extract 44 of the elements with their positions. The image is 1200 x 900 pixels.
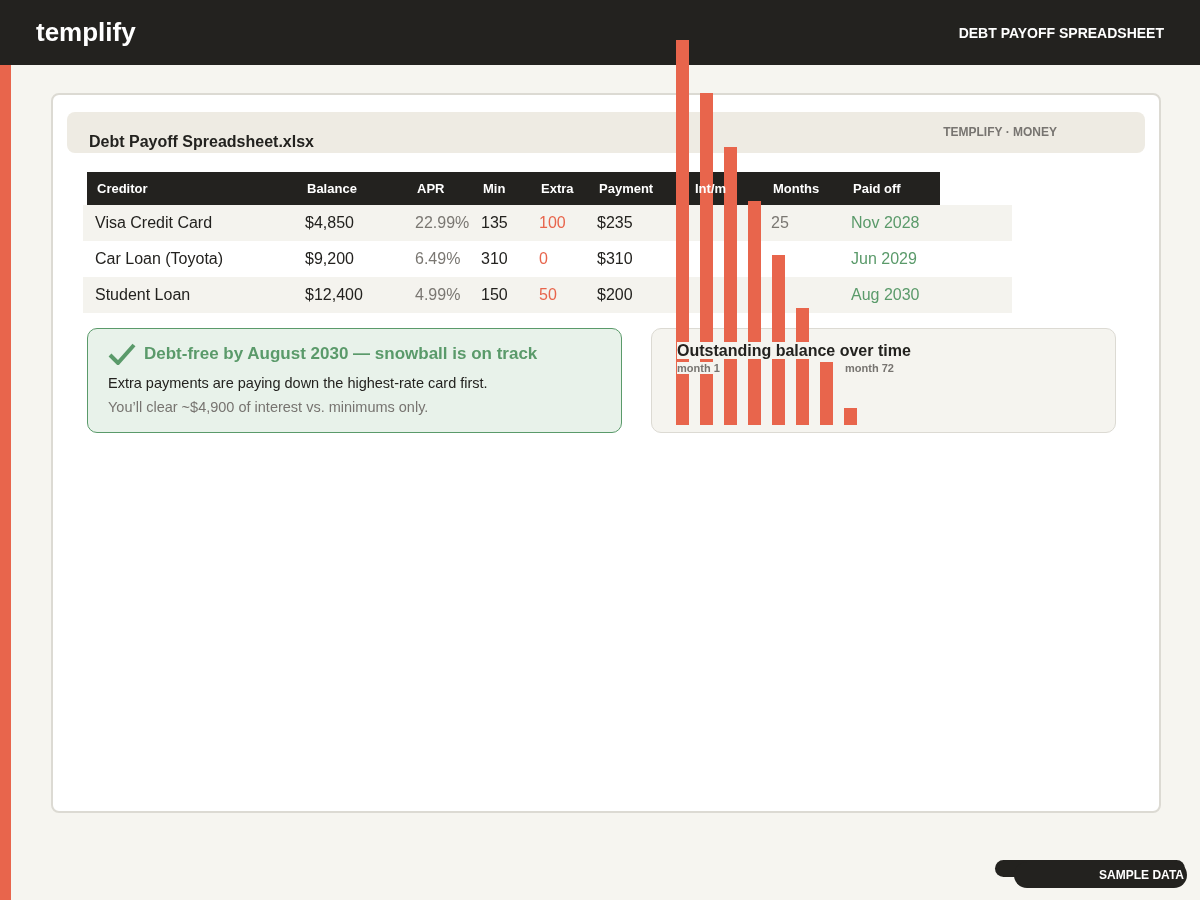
table-cell-text: 135 xyxy=(481,214,509,232)
table-cell-text: 25 xyxy=(771,214,790,232)
table-cell-text: 100 xyxy=(539,214,567,232)
table-cell-text: Jun 2029 xyxy=(851,250,918,268)
status-title: Debt-free by August 2030 — snowball is on track xyxy=(144,344,538,364)
column-header: Balance xyxy=(307,181,358,196)
table-cell-text: $235 xyxy=(597,214,634,232)
table-cell-text: 50 xyxy=(539,286,558,304)
table-cell-text: $12,400 xyxy=(305,286,364,304)
table-cell-text: Aug 2030 xyxy=(851,286,921,304)
table-cell-text: $9,200 xyxy=(305,250,355,268)
chart-bar xyxy=(820,362,833,425)
category-tag: TEMPLIFY · MONEY xyxy=(943,125,1057,153)
column-header: Payment xyxy=(599,181,655,196)
status-note: You’ll clear ~$4,900 of interest vs. minimums only. xyxy=(108,399,430,415)
axis-label: month 1 xyxy=(677,362,720,374)
column-header: Months xyxy=(773,181,821,196)
table-cell-text: 4.99% xyxy=(415,286,462,304)
column-header: Extra xyxy=(541,181,575,196)
column-header: APR xyxy=(417,181,446,196)
table-cell-text: Nov 2028 xyxy=(851,214,921,232)
table-cell-text: $4,850 xyxy=(305,214,355,232)
table-cell-text: 22.99% xyxy=(415,214,471,232)
table-cell-text: 310 xyxy=(481,250,509,268)
table-cell-text: Car Loan (Toyota) xyxy=(95,250,225,268)
status-text: Extra payments are paying down the highest-rate card first. xyxy=(108,375,489,391)
table-cell-text: $200 xyxy=(597,286,634,304)
column-header: Creditor xyxy=(97,181,149,196)
column-header: Paid off xyxy=(853,181,902,196)
table-cell-text: 150 xyxy=(481,286,509,304)
axis-label: month 72 xyxy=(845,362,894,374)
table-cell-text: 0 xyxy=(539,250,549,268)
column-header: Int/m xyxy=(695,181,728,196)
column-header: Min xyxy=(483,181,507,196)
check-icon xyxy=(108,343,136,365)
chart-title: Outstanding balance over time xyxy=(677,342,911,359)
chart-bar xyxy=(844,408,857,425)
file-name: Debt Payoff Spreadsheet.xlsx xyxy=(89,133,314,151)
table-cell-text: Student Loan xyxy=(95,286,192,304)
table-cell-text: $310 xyxy=(597,250,634,268)
table-cell-text: 6.49% xyxy=(415,250,462,268)
page-title: DEBT PAYOFF SPREADSHEET xyxy=(958,24,1164,41)
logo: templify xyxy=(36,17,136,48)
table-cell-text: Visa Credit Card xyxy=(95,214,214,232)
